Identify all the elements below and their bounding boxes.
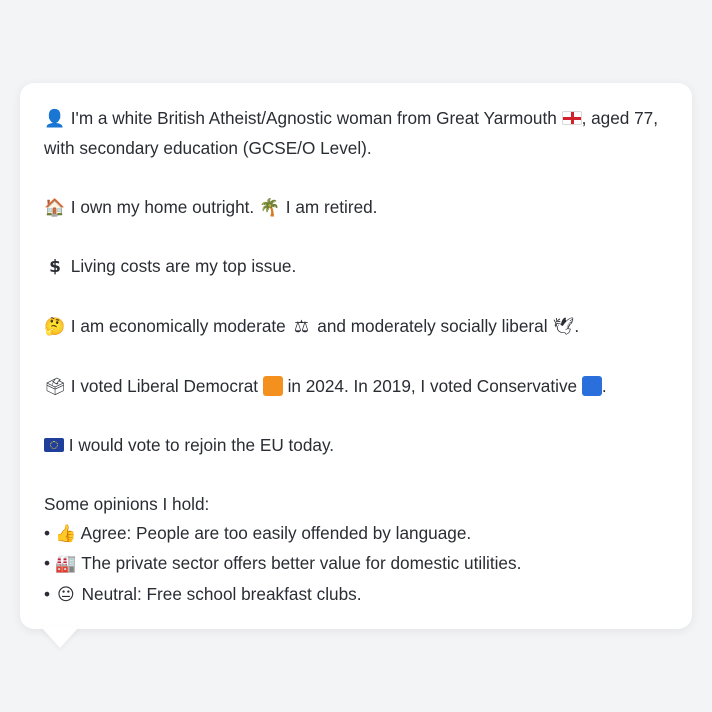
vote-text-continued: in 2024. In 2019, I voted Conservative — [287, 375, 578, 396]
cost-text: Living costs are my top issue. — [70, 256, 297, 277]
opinion-item: • 👍 Agree: People are too easily offende… — [44, 523, 472, 544]
opinion-item: • 🏭 The private sector offers better val… — [44, 553, 522, 574]
cost-line: $ Living costs are my top issue. — [44, 252, 668, 282]
intro-text: I'm a white British Atheist/Agnostic wom… — [70, 108, 557, 128]
dove-icon: 🕊 — [552, 317, 575, 338]
social-text: and moderately socially liberal — [317, 316, 548, 337]
opinion-text: The private sector offers better value f… — [81, 553, 522, 574]
vote-line: 🗳 I voted Liberal Democrat in 2024. In 2… — [44, 372, 668, 402]
house-icon: 🏠 — [44, 197, 66, 218]
retired-text: I am retired. — [285, 196, 378, 217]
stage: 👤 I'm a white British Atheist/Agnostic w… — [0, 0, 712, 712]
lib-dem-colour-square-icon — [262, 375, 283, 396]
intro-line: 👤 I'm a white British Atheist/Agnostic w… — [44, 104, 668, 164]
balance-scale-icon: ⚖ — [293, 317, 310, 338]
bullet: • — [44, 583, 51, 604]
neutral-face-icon: 😐 — [56, 584, 75, 605]
bullet: • — [44, 523, 51, 544]
palm-tree-icon: 🌴 — [259, 197, 281, 218]
opinion-text: Agree: People are too easily offended by… — [80, 523, 472, 544]
ideology-line: 🤔 I am economically moderate ⚖ and moder… — [44, 312, 668, 342]
opinion-text: Neutral: Free school breakfast clubs. — [81, 583, 362, 604]
thinking-face-icon: 🤔 — [44, 317, 66, 338]
bubble-tail — [41, 627, 79, 648]
opinions-section: Some opinions I hold: • 👍 Agree: People … — [44, 490, 668, 610]
persona-message-bubble: 👤 I'm a white British Atheist/Agnostic w… — [20, 83, 692, 629]
opinions-heading: Some opinions I hold: — [44, 493, 210, 514]
home-text: I own my home outright. — [70, 196, 255, 217]
bullet: • — [44, 553, 51, 574]
bust-in-silhouette-icon: 👤 — [44, 109, 66, 129]
ballot-box-icon: 🗳 — [44, 376, 66, 397]
vote-text: I voted Liberal Democrat — [70, 375, 259, 396]
eu-text: I would vote to rejoin the EU today. — [68, 435, 335, 456]
home-line: 🏠 I own my home outright. 🌴 I am retired… — [44, 193, 668, 223]
opinion-item: • 😐 Neutral: Free school breakfast clubs… — [44, 583, 362, 605]
england-flag-icon — [561, 111, 582, 125]
econ-text: I am economically moderate — [70, 316, 286, 337]
eu-flag-icon — [44, 438, 64, 453]
conservative-colour-square-icon — [581, 375, 602, 396]
thumbs-up-icon: 👍 — [55, 524, 77, 545]
eu-line: I would vote to rejoin the EU today. — [44, 431, 668, 460]
factory-icon: 🏭 — [55, 554, 77, 575]
dollar-sign-icon: $ — [49, 257, 61, 278]
